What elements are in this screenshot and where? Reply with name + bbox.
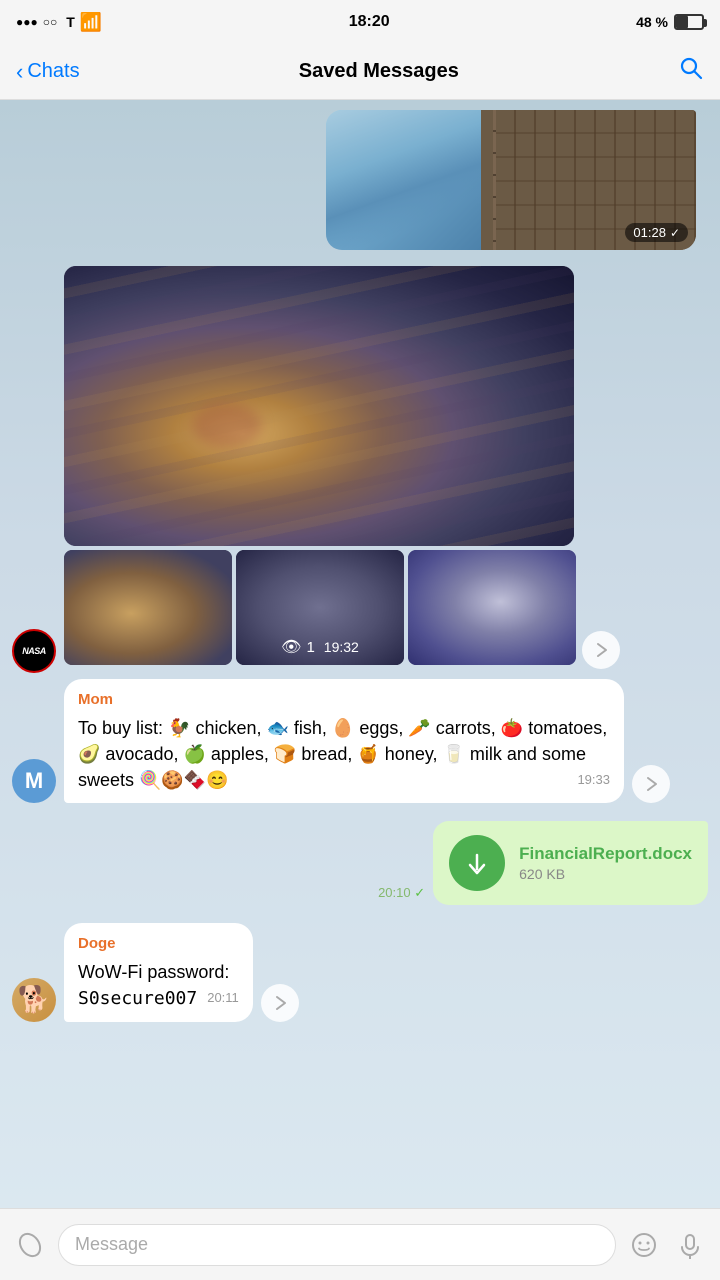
microphone-button[interactable] [672, 1227, 708, 1263]
page-title: Saved Messages [299, 60, 459, 83]
file-name: FinancialReport.docx [519, 844, 692, 864]
avatar-mom: M [12, 759, 56, 803]
building-photo-message[interactable]: 01:28 ✓ [326, 110, 696, 250]
mom-message-bubble[interactable]: Mom To buy list: 🐓 chicken, 🐟 fish, 🥚 eg… [64, 679, 624, 803]
chevron-left-icon: ‹ [16, 59, 23, 85]
back-label[interactable]: Chats [27, 60, 79, 83]
file-size: 620 KB [519, 866, 692, 882]
jupiter-photo-cluster[interactable]: 👁 1 19:32 [64, 266, 574, 673]
clock: 18:20 [349, 13, 390, 31]
doge-message-row: 🐕 Doge WoW-Fi password:S0secure007 20:11 [0, 917, 720, 1028]
file-message-bubble[interactable]: FinancialReport.docx 620 KB [433, 821, 708, 905]
file-message-time: 20:10 ✓ [378, 885, 425, 901]
forward-button-doge[interactable] [261, 984, 299, 1022]
jupiter-thumb-3[interactable] [408, 550, 576, 665]
file-message-row: FinancialReport.docx 620 KB 20:10 ✓ [0, 817, 720, 909]
avatar-doge: 🐕 [12, 978, 56, 1022]
status-bar: ●●● ○○ T 📶 18:20 48 % [0, 0, 720, 44]
attach-button[interactable] [12, 1227, 48, 1263]
photo-time-badge: 01:28 ✓ [625, 223, 688, 242]
mom-message-time: 19:33 [577, 771, 610, 790]
doge-message-bubble[interactable]: Doge WoW-Fi password:S0secure007 20:11 [64, 923, 253, 1022]
forward-button-jupiter[interactable] [582, 631, 620, 669]
mom-message-row: M Mom To buy list: 🐓 chicken, 🐟 fish, 🥚 … [0, 673, 720, 809]
back-button[interactable]: ‹ Chats [16, 59, 80, 85]
nav-bar: ‹ Chats Saved Messages [0, 44, 720, 100]
file-download-icon[interactable] [449, 835, 505, 891]
view-count-overlay: 👁 1 19:32 [236, 637, 404, 657]
file-info: FinancialReport.docx 620 KB [519, 844, 692, 882]
chat-area: 01:28 ✓ NASA [0, 100, 720, 1208]
signal-area: ●●● ○○ T 📶 [16, 12, 102, 33]
input-bar: Message [0, 1208, 720, 1280]
sender-name-mom: Mom [78, 689, 610, 711]
emoji-button[interactable] [626, 1227, 662, 1263]
mom-message-text: To buy list: 🐓 chicken, 🐟 fish, 🥚 eggs, … [78, 718, 607, 790]
message-input[interactable]: Message [58, 1224, 616, 1266]
jupiter-thumb-1[interactable] [64, 550, 232, 665]
battery-area: 48 % [636, 14, 704, 30]
doge-message-time: 20:11 [207, 989, 239, 1008]
avatar-nasa: NASA [12, 629, 56, 673]
jupiter-thumb-2[interactable]: 👁 1 19:32 [236, 550, 404, 665]
search-button[interactable] [678, 55, 704, 88]
forward-button-mom[interactable] [632, 765, 670, 803]
sender-name-doge: Doge [78, 933, 239, 955]
